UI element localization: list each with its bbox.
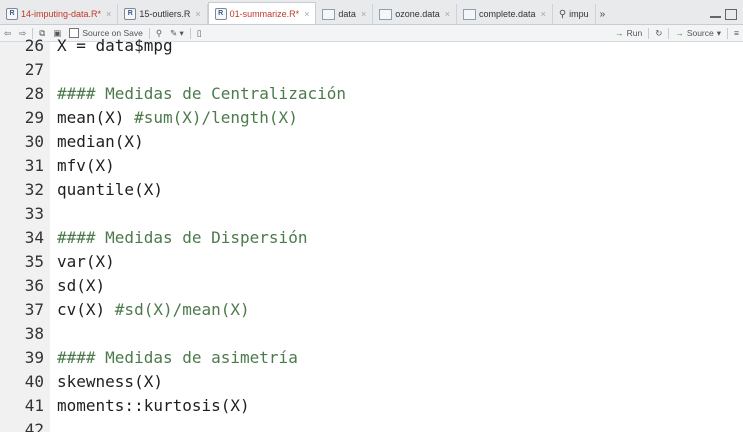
line-number: 26	[24, 36, 44, 55]
code-line[interactable]: 33	[0, 204, 743, 228]
code-line[interactable]: 31 mfv(X)	[0, 156, 743, 180]
line-code: #### Medidas de Centralización	[57, 84, 346, 103]
r-file-icon: R	[124, 8, 137, 20]
code-line[interactable]: 39 #### Medidas de asimetría	[0, 348, 743, 372]
line-code: var(X)	[57, 252, 115, 271]
code-editor[interactable]: 26 X = data$mpg 27 28 #### Medidas de Ce…	[0, 36, 743, 432]
r-file-icon: R	[214, 7, 227, 20]
line-number: 32	[24, 180, 44, 199]
code-line[interactable]: 37 cv(X) #sd(X)/mean(X)	[0, 300, 743, 324]
code-line[interactable]: 36 sd(X)	[0, 276, 743, 300]
line-code: median(X)	[57, 132, 144, 151]
tab-label: 15-outliers.R	[139, 9, 191, 19]
line-number: 39	[24, 348, 44, 367]
line-number: 29	[24, 108, 44, 127]
code-line[interactable]: 28 #### Medidas de Centralización	[0, 84, 743, 108]
tab-data[interactable]: data ×	[316, 4, 374, 24]
line-code: #### Medidas de Dispersión	[57, 228, 308, 247]
code-line[interactable]: 26 X = data$mpg	[0, 36, 743, 60]
tab-impu[interactable]: ⚲ impu	[553, 4, 596, 24]
line-number: 30	[24, 132, 44, 151]
close-icon[interactable]: ×	[361, 9, 366, 19]
tab-label: data	[338, 9, 356, 19]
line-code: skewness(X)	[57, 372, 163, 391]
line-number: 42	[24, 420, 44, 432]
line-number: 41	[24, 396, 44, 415]
line-number: 37	[24, 300, 44, 319]
line-code: mean(X) #sum(X)/length(X)	[57, 108, 298, 127]
line-code: #### Medidas de asimetría	[57, 348, 298, 367]
inline-comment: #sum(X)/length(X)	[134, 108, 298, 127]
line-number: 40	[24, 372, 44, 391]
code-line[interactable]: 34 #### Medidas de Dispersión	[0, 228, 743, 252]
search-icon: ⚲	[558, 8, 567, 20]
line-code: X = data$mpg	[57, 36, 173, 55]
code-line[interactable]: 41 moments::kurtosis(X)	[0, 396, 743, 420]
code-line[interactable]: 35 var(X)	[0, 252, 743, 276]
code-line[interactable]: 42	[0, 420, 743, 432]
tab-ozone-data[interactable]: ozone.data ×	[373, 4, 458, 24]
tab-complete-data[interactable]: complete.data ×	[457, 4, 553, 24]
tab-label: 14-imputing-data.R*	[21, 9, 102, 19]
line-number: 35	[24, 252, 44, 271]
line-code: mfv(X)	[57, 156, 115, 175]
line-number: 33	[24, 204, 44, 223]
tab-01-summarize[interactable]: R 01-summarize.R* ×	[207, 2, 317, 24]
tab-15-outliers[interactable]: R 15-outliers.R ×	[118, 4, 208, 24]
code-line[interactable]: 30 median(X)	[0, 132, 743, 156]
tab-label: impu	[569, 9, 589, 19]
line-number: 36	[24, 276, 44, 295]
line-number: 31	[24, 156, 44, 175]
code-line[interactable]: 29 mean(X) #sum(X)/length(X)	[0, 108, 743, 132]
data-icon	[379, 8, 393, 20]
line-number: 28	[24, 84, 44, 103]
code-line[interactable]: 40 skewness(X)	[0, 372, 743, 396]
code-line[interactable]: 38	[0, 324, 743, 348]
line-number: 38	[24, 324, 44, 343]
r-file-icon: R	[6, 8, 18, 20]
maximize-icon[interactable]	[725, 8, 737, 20]
tab-label: 01-summarize.R*	[229, 8, 300, 19]
line-number: 34	[24, 228, 44, 247]
close-icon[interactable]: ×	[445, 9, 450, 19]
tab-label: complete.data	[479, 9, 536, 19]
code-line[interactable]: 32 quantile(X)	[0, 180, 743, 204]
line-code: moments::kurtosis(X)	[57, 396, 250, 415]
close-icon[interactable]: ×	[195, 9, 200, 19]
tab-overflow-button[interactable]: »	[596, 4, 610, 24]
close-icon[interactable]: ×	[304, 9, 309, 19]
minimize-icon[interactable]	[710, 16, 721, 18]
editor-tab-bar: R 14-imputing-data.R* × R 15-outliers.R …	[0, 0, 743, 25]
close-icon[interactable]: ×	[106, 9, 111, 19]
data-icon	[322, 8, 336, 20]
line-code: cv(X) #sd(X)/mean(X)	[57, 300, 250, 319]
inline-comment: #sd(X)/mean(X)	[114, 300, 250, 319]
code-text: mean(X)	[57, 108, 135, 127]
code-text: cv(X)	[57, 300, 115, 319]
line-code: sd(X)	[57, 276, 106, 295]
close-icon[interactable]: ×	[541, 9, 546, 19]
line-number: 27	[24, 60, 44, 79]
window-controls	[710, 4, 743, 24]
tab-14-imputing-data[interactable]: R 14-imputing-data.R* ×	[0, 4, 119, 24]
tab-label: ozone.data	[395, 9, 440, 19]
code-line[interactable]: 27	[0, 60, 743, 84]
data-icon	[463, 8, 477, 20]
line-code: quantile(X)	[57, 180, 163, 199]
